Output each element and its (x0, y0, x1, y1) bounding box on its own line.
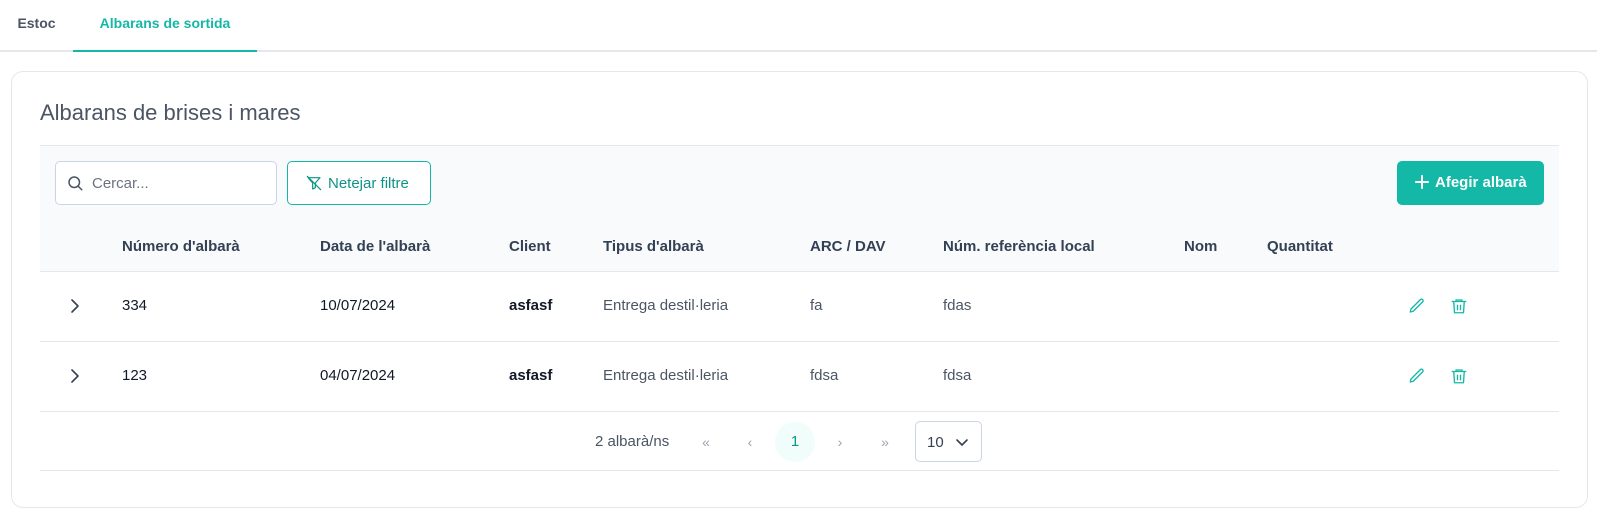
cell-client: asfasf (509, 297, 553, 314)
cell-tipus: Entrega destil·leria (603, 367, 729, 384)
cell-tipus: Entrega destil·leria (603, 297, 729, 314)
column-header-nom[interactable]: Nom (1184, 238, 1217, 255)
prev-page-button[interactable]: ‹ (730, 422, 770, 462)
cell-client: asfasf (509, 367, 553, 384)
table-header: Número d'albarà Data de l'albarà Client … (40, 223, 1559, 272)
cell-numero: 123 (122, 367, 148, 384)
table-row: 334 10/07/2024 asfasf Entrega destil·ler… (40, 272, 1559, 342)
cell-data: 10/07/2024 (320, 297, 396, 314)
column-header-ref-local[interactable]: Núm. referència local (943, 238, 1095, 255)
column-header-client[interactable]: Client (509, 238, 551, 255)
pagination-summary: 2 albarà/ns (595, 433, 670, 450)
column-header-quantitat[interactable]: Quantitat (1267, 238, 1333, 255)
last-page-button[interactable]: » (865, 422, 905, 462)
column-header-tipus[interactable]: Tipus d'albarà (603, 238, 704, 255)
trash-icon[interactable] (1450, 297, 1468, 315)
first-page-button[interactable]: « (686, 422, 726, 462)
page-size-select[interactable]: 10 (915, 421, 982, 462)
page-button-current[interactable]: 1 (775, 422, 815, 462)
pagination: 2 albarà/ns « ‹ 1 › » 10 (40, 413, 1559, 471)
search-icon (68, 176, 83, 191)
add-albara-button[interactable]: Afegir albarà (1397, 161, 1544, 205)
chevron-right-icon[interactable] (66, 367, 84, 385)
search-input[interactable] (92, 170, 267, 196)
chevron-right-icon[interactable] (66, 297, 84, 315)
page-size-value: 10 (927, 434, 944, 451)
table-toolbar: Netejar filtre Afegir albarà (40, 145, 1559, 224)
cell-numero: 334 (122, 297, 148, 314)
tab-bar: Estoc Albarans de sortida (0, 0, 1597, 52)
cell-arc-dav: fdsa (810, 367, 839, 384)
table-row: 123 04/07/2024 asfasf Entrega destil·ler… (40, 342, 1559, 412)
tab-estoc[interactable]: Estoc (0, 0, 73, 52)
trash-icon[interactable] (1450, 367, 1468, 385)
pencil-icon[interactable] (1408, 367, 1426, 385)
cell-data: 04/07/2024 (320, 367, 396, 384)
chevron-down-icon (956, 439, 968, 446)
next-page-button[interactable]: › (820, 422, 860, 462)
plus-icon (1415, 175, 1429, 189)
search-box[interactable] (55, 161, 277, 205)
add-albara-label: Afegir albarà (1435, 174, 1527, 191)
tab-albarans-de-sortida[interactable]: Albarans de sortida (73, 0, 257, 52)
pencil-icon[interactable] (1408, 297, 1426, 315)
albarans-card: Albarans de brises i mares Netejar filtr… (11, 71, 1588, 508)
page-title: Albarans de brises i mares (40, 100, 301, 125)
filter-clear-icon (306, 175, 322, 191)
cell-arc-dav: fa (810, 297, 823, 314)
column-header-arc-dav[interactable]: ARC / DAV (810, 238, 886, 255)
cell-ref-local: fdas (943, 297, 972, 314)
column-header-numero[interactable]: Número d'albarà (122, 238, 240, 255)
column-header-data[interactable]: Data de l'albarà (320, 238, 430, 255)
clear-filter-button[interactable]: Netejar filtre (287, 161, 431, 205)
clear-filter-label: Netejar filtre (328, 175, 409, 192)
cell-ref-local: fdsa (943, 367, 972, 384)
